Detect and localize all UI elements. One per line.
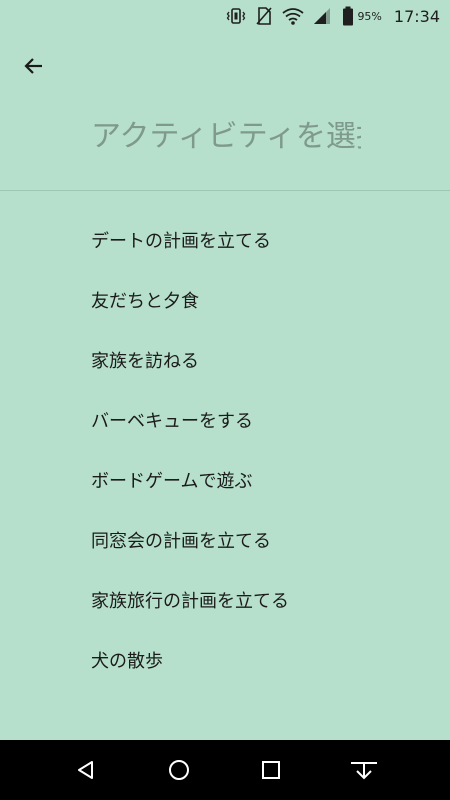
activity-item-label: 家族を訪ねる — [91, 351, 199, 372]
hide-keyboard-icon — [350, 762, 377, 780]
activity-item-label: デートの計画を立てる — [91, 231, 271, 252]
navigation-bar — [0, 740, 450, 800]
wifi-icon — [282, 5, 304, 27]
header-divider — [0, 190, 450, 191]
activity-item-label: ボードゲームで遊ぶ — [91, 471, 253, 492]
battery-icon — [342, 5, 354, 27]
activity-item-plan-date[interactable]: デートの計画を立てる — [0, 210, 450, 270]
battery-percent: 95% — [357, 9, 382, 23]
activity-item-visit-family[interactable]: 家族を訪ねる — [0, 330, 450, 390]
activity-item-board-games[interactable]: ボードゲームで遊ぶ — [0, 450, 450, 510]
status-clock: 17:34 — [393, 6, 440, 26]
vibrate-icon — [226, 5, 246, 27]
activity-item-label: バーベキューをする — [91, 411, 253, 432]
activity-item-walk-dog[interactable]: 犬の散歩 — [0, 630, 450, 690]
recents-square-icon — [262, 761, 281, 779]
arrow-left-icon — [24, 58, 42, 74]
nav-recents-button[interactable] — [249, 748, 293, 792]
activity-item-barbecue[interactable]: バーベキューをする — [0, 390, 450, 450]
activity-item-label: 友だちと夕食 — [91, 291, 199, 312]
activity-item-label: 同窓会の計画を立てる — [91, 531, 271, 552]
back-button[interactable] — [14, 48, 54, 84]
activity-item-plan-family-trip[interactable]: 家族旅行の計画を立てる — [0, 570, 450, 630]
nav-hide-keyboard-button[interactable] — [342, 748, 386, 792]
activity-search-input[interactable] — [91, 112, 361, 160]
activity-item-plan-reunion[interactable]: 同窓会の計画を立てる — [0, 510, 450, 570]
home-circle-icon — [168, 760, 189, 780]
nav-back-button[interactable] — [64, 748, 108, 792]
activity-item-label: 犬の散歩 — [91, 651, 163, 672]
activity-item-label: 家族旅行の計画を立てる — [91, 591, 289, 612]
activity-list: デートの計画を立てる 友だちと夕食 家族を訪ねる バーベキューをする ボードゲー… — [0, 210, 450, 690]
signal-icon — [312, 5, 332, 27]
no-sim-icon — [254, 5, 274, 27]
status-bar: 95% 17:34 — [0, 0, 450, 32]
nav-home-button[interactable] — [157, 748, 201, 792]
back-triangle-icon — [78, 761, 94, 779]
activity-item-dinner-with-friends[interactable]: 友だちと夕食 — [0, 270, 450, 330]
